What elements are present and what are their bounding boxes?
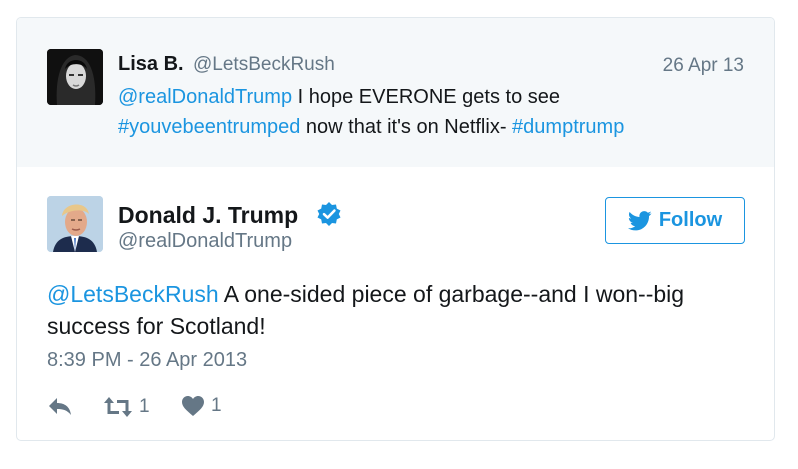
- follow-label: Follow: [658, 209, 723, 231]
- reply-button[interactable]: [47, 395, 73, 419]
- reply-text-segment: I hope EVERONE gets to see: [292, 86, 560, 108]
- mention-link[interactable]: @LetsBeckRush: [47, 281, 219, 307]
- retweet-icon: [104, 397, 132, 417]
- follow-button[interactable]: Follow: [605, 197, 745, 244]
- tweet-text: @LetsBeckRush A one-sided piece of garba…: [47, 278, 747, 342]
- tweet-author-name[interactable]: Donald J. Trump: [118, 202, 298, 229]
- reply-to-tweet: Lisa B. @LetsBeckRush 26 Apr 13 @realDon…: [17, 18, 774, 167]
- hashtag-link[interactable]: #youvebeentrumped: [118, 116, 300, 138]
- verified-badge-icon: [317, 202, 341, 226]
- retweet-count: 1: [139, 396, 150, 417]
- tweet-timestamp[interactable]: 8:39 PM - 26 Apr 2013: [47, 349, 247, 372]
- trump-avatar[interactable]: [47, 196, 103, 252]
- retweet-button[interactable]: 1: [103, 395, 150, 419]
- reply-author-handle[interactable]: @LetsBeckRush: [193, 54, 335, 76]
- mention-link[interactable]: @realDonaldTrump: [118, 86, 292, 108]
- twitter-bird-icon: [627, 210, 652, 230]
- reply-icon: [49, 398, 71, 415]
- hashtag-link[interactable]: #dumptrump: [512, 116, 624, 138]
- like-count: 1: [211, 395, 222, 416]
- reply-text: @realDonaldTrump I hope EVERONE gets to …: [118, 82, 738, 142]
- tweet-author-handle[interactable]: @realDonaldTrump: [118, 230, 292, 253]
- embedded-tweet-card: Lisa B. @LetsBeckRush 26 Apr 13 @realDon…: [16, 17, 775, 441]
- heart-icon: [182, 396, 204, 416]
- reply-date[interactable]: 26 Apr 13: [663, 55, 744, 77]
- reply-author-name[interactable]: Lisa B.: [118, 53, 184, 76]
- reply-text-segment: now that it's on Netflix-: [300, 116, 513, 138]
- like-button[interactable]: 1: [181, 395, 222, 417]
- lisa-avatar[interactable]: [47, 49, 103, 105]
